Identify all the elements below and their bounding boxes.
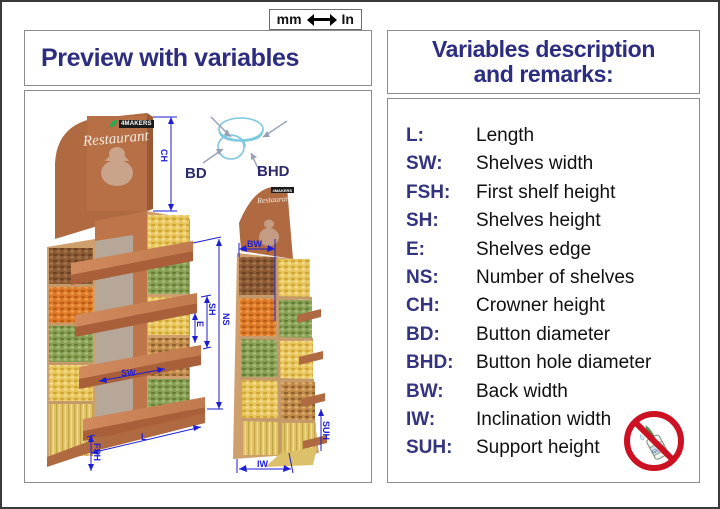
variable-desc: Shelves width [476,153,594,175]
variable-key: IW: [406,408,436,430]
no-glue-icon: GLUE [624,411,684,471]
variable-key: BD: [406,323,440,345]
display-illustration: CH SH E NS SW L FSH BW SUH IW BD BHD 4MA… [25,91,371,482]
variable-row-fsh: FSH: First shelf height [406,182,651,210]
dimension-label-sw: SW [121,368,136,378]
side-view [233,187,327,467]
variable-key: CH: [406,295,440,317]
page-title: Preview with variables [41,43,299,72]
variable-desc: Number of shelves [476,266,635,288]
brand-name: 4MAKERS [119,119,154,128]
unit-toggle[interactable]: mm In [268,9,362,30]
brand-logo: 4MAKERS [109,119,154,128]
dimension-label-l: L [141,432,147,442]
variables-panel-body: L: Length SW: Shelves width FSH: First s… [387,98,700,483]
variable-row-suh: SUH: Support height [406,437,651,465]
double-arrow-icon [306,13,337,26]
dimension-label-suh: SUH [321,421,331,441]
variables-panel-title: Variables description and remarks: [388,37,699,87]
variable-row-sw: SW: Shelves width [406,153,651,181]
variable-row-ns: NS: Number of shelves [406,267,651,295]
dimension-label-iw: IW [257,459,268,469]
variable-key: BHD: [406,352,454,374]
dimension-label-ns: NS [221,313,231,326]
variable-desc: Inclination width [476,408,612,430]
preview-panel-header: Preview with variables mm In [24,9,372,86]
variable-row-l: L: Length [406,125,651,153]
variable-key: E: [406,238,425,260]
dimension-label-e: E [195,321,205,328]
variables-panel: Variables description and remarks: L: Le… [387,30,700,483]
variable-row-bw: BW: Back width [406,381,651,409]
variable-desc: Button hole diameter [476,352,652,374]
dimension-label-ch: CH [159,149,169,162]
variable-desc: Back width [476,380,568,402]
variable-row-bhd: BHD: Button hole diameter [406,352,651,380]
variables-panel-header: Variables description and remarks: [387,30,700,94]
dimension-label-sh: SH [207,303,217,316]
variable-row-bd: BD: Button diameter [406,324,651,352]
front-view [47,113,205,467]
unit-toggle-in-label: In [341,11,354,27]
variable-desc: First shelf height [476,181,616,203]
leaf-icon [110,120,117,127]
variable-desc: Length [476,125,535,146]
preview-panel: Preview with variables mm In CH SH E NS … [24,9,372,483]
variables-list: L: Length SW: Shelves width FSH: First s… [406,125,651,466]
brand-name-side: 4MAKERS [271,187,294,193]
variable-key: SW: [406,153,443,175]
variables-title-line1: Variables description [432,36,655,62]
variable-row-e: E: Shelves edge [406,239,651,267]
variable-desc: Crowner height [476,295,605,317]
label-bhd: BHD [257,163,290,180]
variables-title-line2: and remarks: [473,61,614,87]
variable-row-ch: CH: Crowner height [406,295,651,323]
label-bd: BD [185,165,207,182]
spec-sheet-page: Preview with variables mm In CH SH E NS … [0,0,720,509]
variable-row-sh: SH: Shelves height [406,210,651,238]
variable-row-iw: IW: Inclination width [406,409,651,437]
dimension-label-bw: BW [247,239,262,249]
button-illustration [217,117,264,160]
unit-toggle-mm-label: mm [276,11,302,27]
variable-key: SH: [406,210,439,232]
variable-key: BW: [406,380,444,402]
display-drawing-svg [47,113,327,474]
variable-key: SUH: [406,437,453,459]
preview-panel-body: CH SH E NS SW L FSH BW SUH IW BD BHD 4MA… [24,90,372,483]
dimension-label-fsh: FSH [92,443,102,461]
variable-desc: Shelves height [476,210,601,232]
variable-desc: Button diameter [476,323,611,345]
variable-desc: Shelves edge [476,238,592,260]
variable-key: L: [406,125,424,146]
variable-desc: Support height [476,437,600,459]
variable-key: NS: [406,266,439,288]
variable-key: FSH: [406,181,451,203]
